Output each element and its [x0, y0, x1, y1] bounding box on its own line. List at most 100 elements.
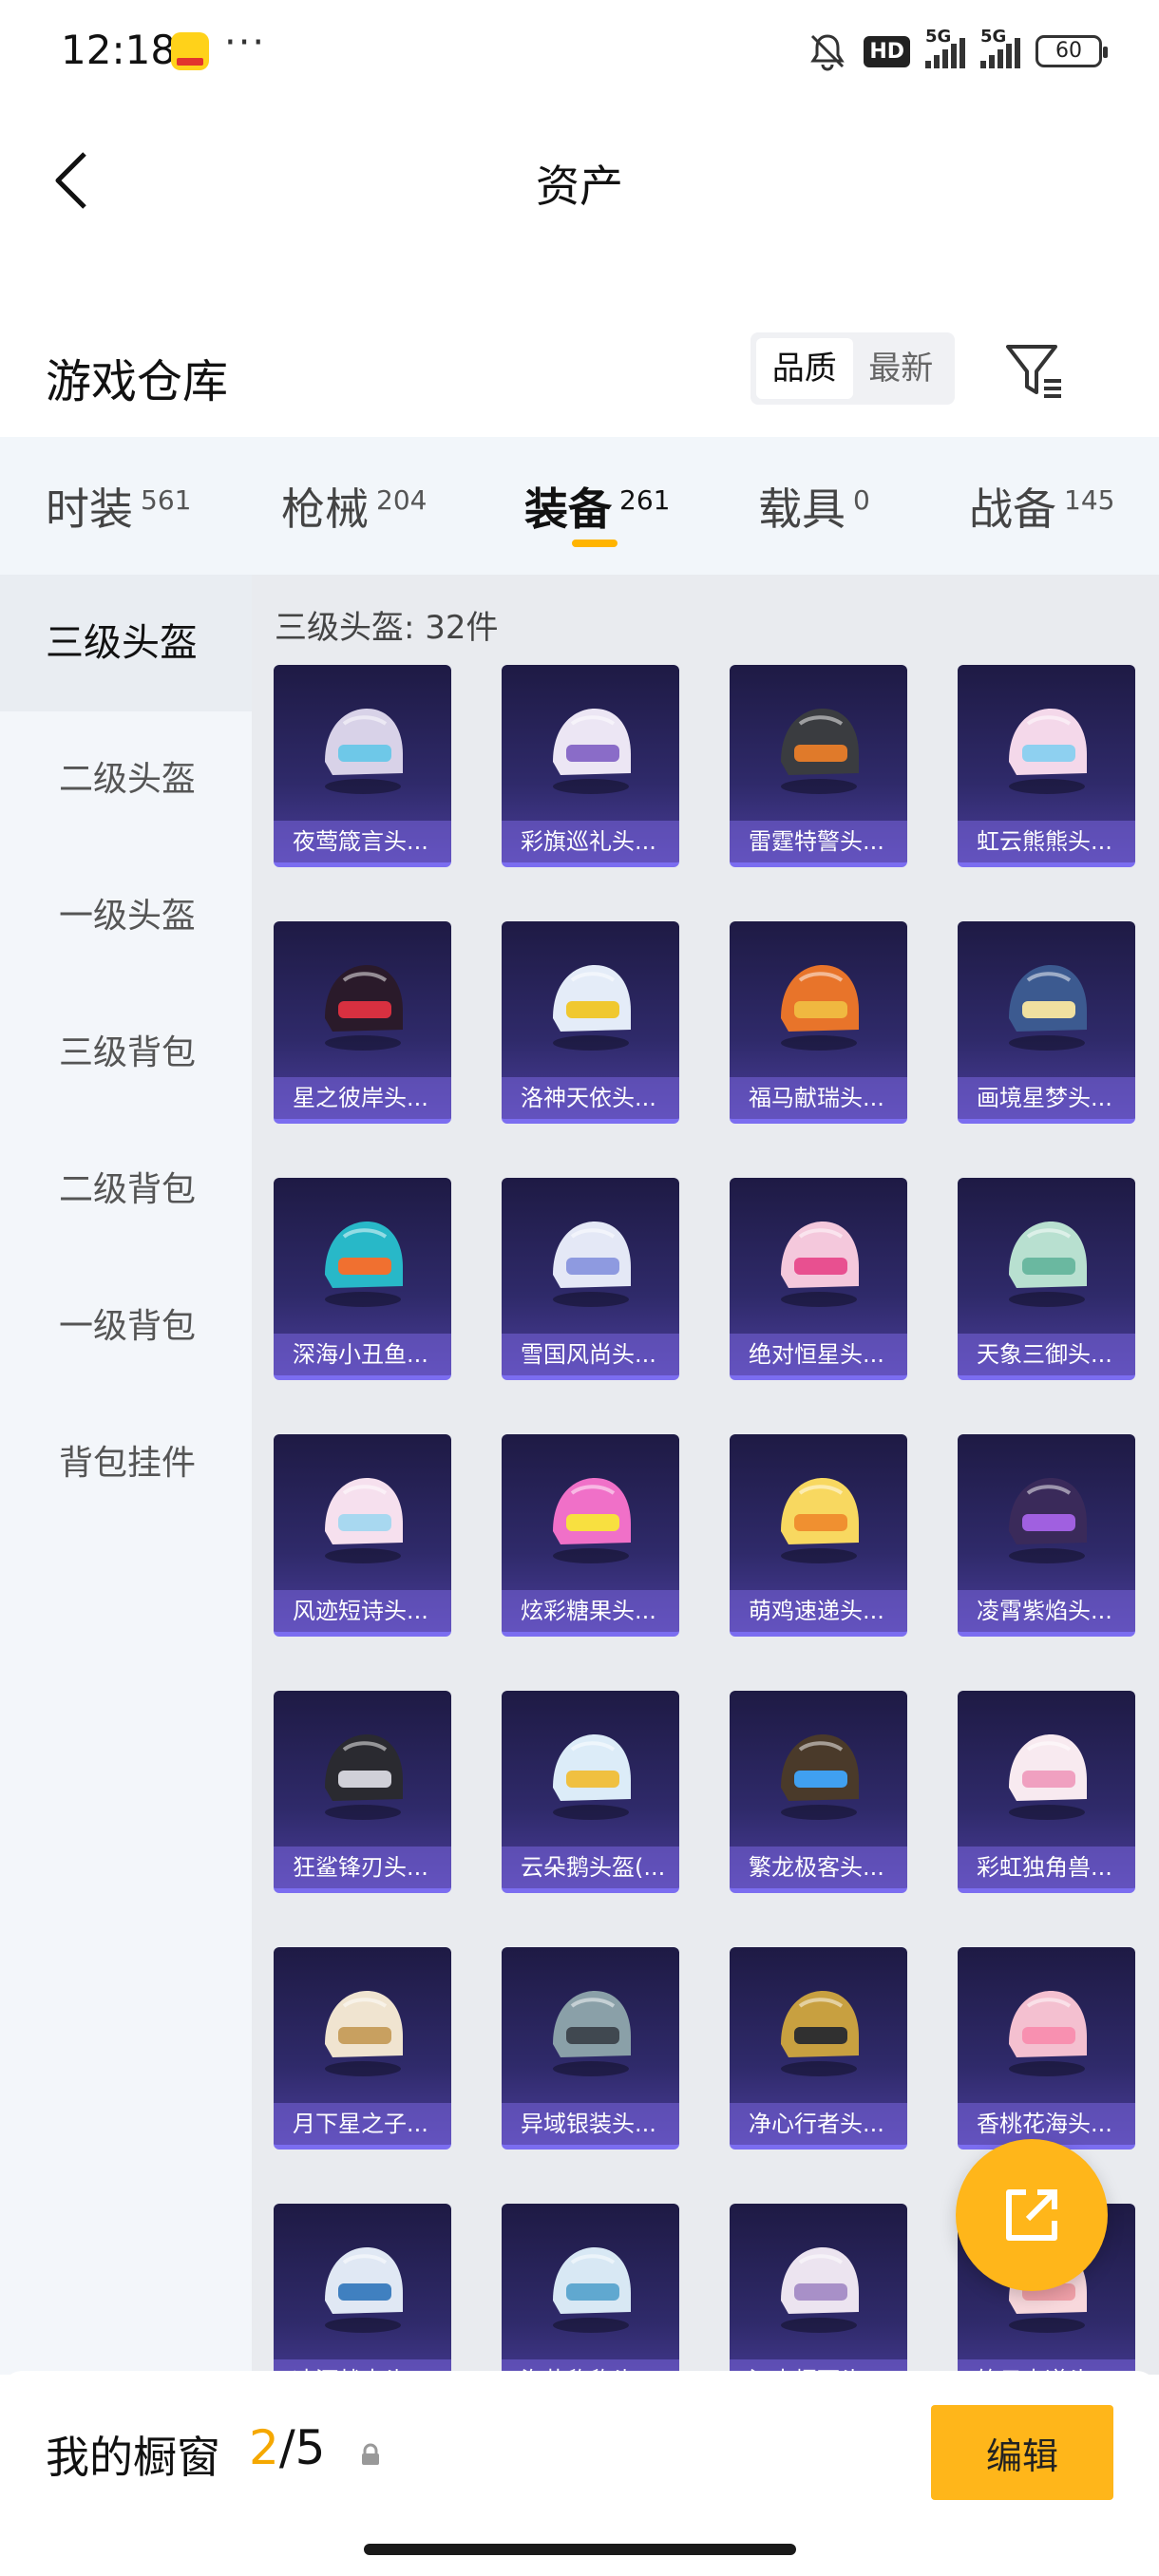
tab-fashion[interactable]: 时装 561 [46, 475, 191, 538]
helmet-card[interactable]: 福马献瑞头... [730, 921, 907, 1124]
item-grid-area: 三级头盔: 32件 夜莺箴言头... 彩旗巡礼头... 雷霆特警头... 虹云熊熊头.… [252, 575, 1159, 2375]
sidebar-item-level3-helmet[interactable]: 三级头盔 [0, 575, 252, 711]
helmet-icon [325, 1478, 403, 1563]
showcase-current: 2 [249, 2420, 279, 2475]
helmet-icon [781, 1222, 859, 1307]
helmet-card[interactable]: 繁龙极客头... [730, 1691, 907, 1893]
tab-firearms[interactable]: 枪械 204 [281, 475, 427, 538]
tab-equipment[interactable]: 装备 261 [524, 475, 670, 538]
helmet-name: 彩旗巡礼头... [502, 821, 679, 862]
grid-count-label: 三级头盔: 32件 [275, 609, 499, 647]
sort-quality-option[interactable]: 品质 [756, 338, 853, 399]
helmet-card[interactable]: 彩虹独角兽... [958, 1691, 1135, 1893]
helmet-icon [553, 709, 631, 794]
home-indicator[interactable] [364, 2544, 796, 2555]
tab-vehicles[interactable]: 载具 0 [758, 475, 870, 538]
sidebar-item-level3-backpack[interactable]: 三级背包 [0, 985, 252, 1122]
showcase-title: 我的橱窗 [46, 2432, 220, 2483]
helmet-icon [325, 709, 403, 794]
status-time: 12:18 [61, 27, 177, 73]
helmet-card[interactable]: 天象三御头... [958, 1178, 1135, 1380]
helmet-card[interactable]: 星之彼岸头... [274, 921, 451, 1124]
helmet-card[interactable]: 月下星之子... [274, 1947, 451, 2150]
item-grid: 夜莺箴言头... 彩旗巡礼头... 雷霆特警头... 虹云熊熊头... 星之彼岸头...… [274, 665, 1148, 2375]
helmet-icon [325, 1734, 403, 1820]
helmet-icon [781, 2247, 859, 2333]
helmet-icon [325, 1222, 403, 1307]
helmet-icon [553, 1478, 631, 1563]
helmet-icon [553, 965, 631, 1051]
filter-icon[interactable] [1002, 337, 1069, 404]
helmet-card[interactable]: 云朵鹅头盔(... [502, 1691, 679, 1893]
helmet-card[interactable]: 雪国风尚头... [502, 1178, 679, 1380]
helmet-card[interactable]: 香桃花海头... [958, 1947, 1135, 2150]
tab-label: 战备 [969, 483, 1056, 535]
helmet-icon [1009, 1222, 1087, 1307]
helmet-card[interactable]: 夜莺箴言头... [274, 665, 451, 867]
helmet-card[interactable]: 江南烟雨头... [730, 2204, 907, 2375]
helmet-card[interactable]: 萌鸡速递头... [730, 1434, 907, 1637]
helmet-card[interactable]: 虹云熊熊头... [958, 665, 1135, 867]
sidebar-item-level1-backpack[interactable]: 一级背包 [0, 1259, 252, 1395]
helmet-card[interactable]: 海盐豹豹头... [502, 2204, 679, 2375]
helmet-card[interactable]: 洛神天依头... [502, 921, 679, 1124]
helmet-icon [781, 1478, 859, 1563]
helmet-name: 香桃花海头... [958, 2103, 1135, 2145]
helmet-name: 风迹短诗头... [274, 1590, 451, 1632]
tab-count: 561 [141, 484, 192, 516]
helmet-name: 虹云熊熊头... [958, 821, 1135, 862]
helmet-icon [1009, 965, 1087, 1051]
edit-button[interactable]: 编辑 [931, 2405, 1113, 2500]
showcase-total: 5 [294, 2420, 326, 2475]
sort-newest-option[interactable]: 最新 [853, 338, 950, 399]
sort-toggle: 品质 最新 [750, 332, 955, 405]
helmet-icon [1009, 1734, 1087, 1820]
helmet-card[interactable]: 雷霆特警头... [730, 665, 907, 867]
tab-supplies[interactable]: 战备 145 [969, 475, 1114, 538]
helmet-card[interactable]: 凌霄紫焰头... [958, 1434, 1135, 1637]
helmet-icon [781, 965, 859, 1051]
helmet-card[interactable]: 狂鲨锋刃头... [274, 1691, 451, 1893]
helmet-card[interactable]: 冰河战士头... [274, 2204, 451, 2375]
helmet-card[interactable]: 绝对恒星头... [730, 1178, 907, 1380]
subcategory-sidebar: 三级头盔 二级头盔 一级头盔 三级背包 二级背包 一级背包 背包挂件 [0, 575, 252, 2375]
tab-count: 204 [376, 484, 428, 516]
helmet-name: 雷霆特警头... [730, 821, 907, 862]
helmet-name: 彩虹独角兽... [958, 1847, 1135, 1888]
status-bar: 12:18 ··· HD 5G 5G 60 [0, 0, 1159, 104]
share-button[interactable] [956, 2139, 1108, 2291]
helmet-name: 异域银装头... [502, 2103, 679, 2145]
helmet-card[interactable]: 炫彩糖果头... [502, 1434, 679, 1637]
more-notifications-icon: ··· [224, 21, 267, 65]
helmet-icon [325, 1991, 403, 2076]
helmet-card[interactable]: 净心行者头... [730, 1947, 907, 2150]
sidebar-item-level2-helmet[interactable]: 二级头盔 [0, 711, 252, 848]
helmet-icon [553, 2247, 631, 2333]
sidebar-item-backpack-charm[interactable]: 背包挂件 [0, 1395, 252, 1532]
helmet-card[interactable]: 画境星梦头... [958, 921, 1135, 1124]
helmet-name: 萌鸡速递头... [730, 1590, 907, 1632]
sidebar-item-level1-helmet[interactable]: 一级头盔 [0, 848, 252, 985]
helmet-icon [1009, 1478, 1087, 1563]
helmet-card[interactable]: 彩旗巡礼头... [502, 665, 679, 867]
app-header: 资产 [0, 123, 1159, 237]
warehouse-title: 游戏仓库 [46, 355, 229, 408]
helmet-name: 福马献瑞头... [730, 1077, 907, 1119]
helmet-icon [325, 2247, 403, 2333]
helmet-icon [1009, 1991, 1087, 2076]
helmet-name: 雪国风尚头... [502, 1334, 679, 1375]
helmet-card[interactable]: 风迹短诗头... [274, 1434, 451, 1637]
helmet-name: 天象三御头... [958, 1334, 1135, 1375]
helmet-icon [553, 1734, 631, 1820]
sidebar-item-level2-backpack[interactable]: 二级背包 [0, 1122, 252, 1259]
helmet-icon [1009, 709, 1087, 794]
share-external-icon [1006, 2189, 1057, 2241]
helmet-card[interactable]: 深海小丑鱼... [274, 1178, 451, 1380]
tab-count: 261 [619, 484, 671, 516]
helmet-icon [553, 1991, 631, 2076]
helmet-name: 狂鲨锋刃头... [274, 1847, 451, 1888]
helmet-name: 绝对恒星头... [730, 1334, 907, 1375]
network-type-label-2: 5G [980, 27, 1007, 47]
helmet-card[interactable]: 异域银装头... [502, 1947, 679, 2150]
signal-icon-2: 5G [980, 27, 1020, 68]
